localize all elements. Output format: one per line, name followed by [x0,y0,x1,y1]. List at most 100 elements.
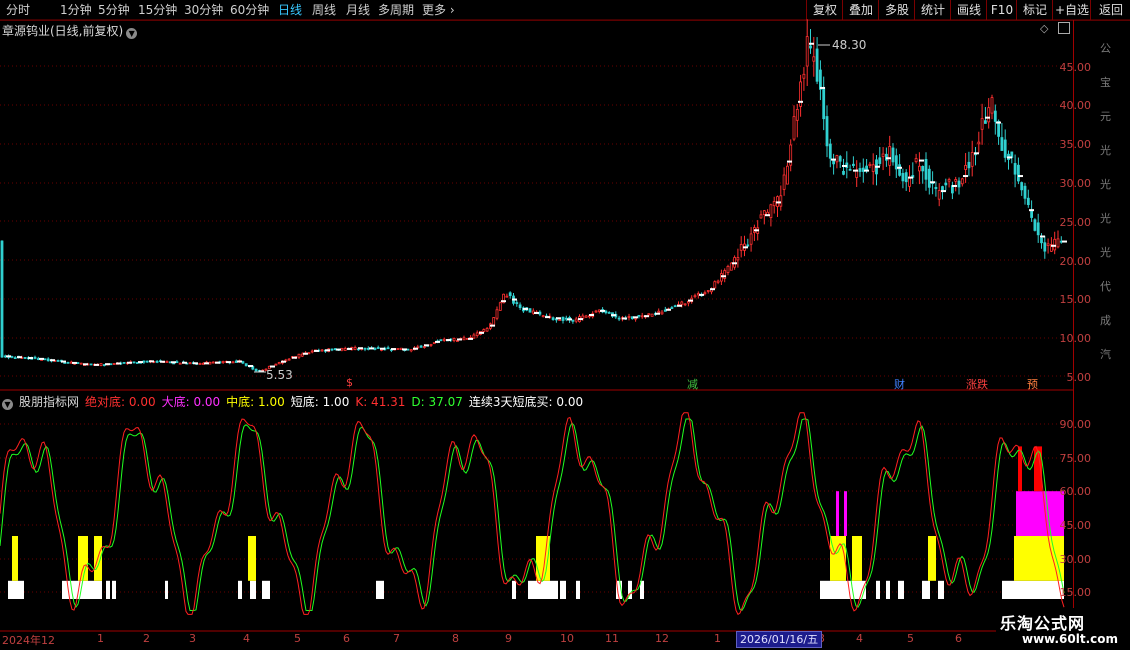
candle-body [947,179,951,182]
candle-body [254,368,258,372]
candle-body [310,350,314,353]
candle-body [515,302,519,304]
short-bottom-bar [512,580,516,599]
candle-body [155,360,159,363]
candle-body [297,353,301,358]
candle-body [76,362,80,364]
candle-body [363,347,367,350]
event-marker[interactable]: 预 [1027,376,1038,392]
candle-body [231,361,235,364]
candle-body [442,338,446,341]
candle-body [680,301,684,305]
candle-body [475,332,479,336]
candle-body [670,307,674,309]
date-tick: 7 [393,632,400,645]
price-tick: 15.00 [1059,293,1092,306]
candle-body [746,244,750,247]
candle-body [122,361,126,364]
short-bottom-bar [576,580,580,599]
candle-body [112,363,116,365]
candle-body [779,195,783,207]
candle-body [211,361,215,364]
side-label: 光 [1100,246,1111,259]
date-tick: 10 [560,632,574,645]
candle-body [340,347,344,351]
candle-body [558,319,562,321]
candle-body [805,36,809,67]
short-bottom-bar [250,580,256,599]
candle-body [941,186,944,191]
candle-body [720,273,723,282]
price-tick: 25.00 [1059,216,1092,229]
candle-body [967,161,971,169]
candle-body [594,310,598,313]
short-bottom-bar [938,580,944,599]
indicator-tick: 75.00 [1059,452,1092,465]
short-bottom-bar [922,580,930,599]
candle-body [538,311,542,315]
short-bottom-bar [886,580,890,599]
candle-body [650,313,654,317]
candle-body [43,358,47,361]
candle-body [498,302,502,311]
price-tick: 30.00 [1059,177,1092,190]
candle-body [287,358,291,361]
candle-body [198,363,202,365]
candle-body [1023,185,1027,199]
candle-body [706,290,710,292]
candle-body [274,363,278,366]
candle-body [934,186,938,190]
mid-bottom-bar [248,536,256,581]
candle-body [769,204,773,219]
candle-body [637,314,641,317]
event-marker[interactable]: 财 [894,376,905,392]
candle-body [1036,222,1040,236]
candle-body [452,338,456,342]
candle-body [10,356,14,358]
event-marker[interactable]: $ [346,376,353,389]
indicator-tick: 15.00 [1059,586,1092,599]
short-bottom-bar [528,580,558,599]
candle-body [429,343,433,346]
candle-body [277,362,281,365]
candle-body [455,340,459,342]
event-marker[interactable]: 减 [687,376,698,392]
candle-body [918,165,921,172]
mid-bottom-bar [830,536,846,581]
candle-body [858,168,862,172]
chart-canvas[interactable]: 48.30 5.53 [0,0,1130,650]
candle-body [1026,197,1030,206]
candle-body [63,362,67,364]
candle-body [848,168,852,171]
candle-body [33,356,37,359]
side-label: 光 [1100,178,1111,191]
candle-body [815,48,819,82]
candle-body [165,361,169,363]
side-label: 光 [1100,212,1111,225]
candle-body [908,177,911,187]
candle-body [944,182,948,186]
mid-bottom-bar [78,536,88,581]
candle-body [178,362,182,365]
candle-body [13,357,17,360]
mid-bottom-bar [852,536,862,581]
candle-body [132,361,136,364]
candle-body [904,172,908,183]
candle-body [901,173,905,182]
candle-body [505,295,509,298]
candle-body [749,233,753,245]
candle-body [802,73,806,79]
candle-body [495,309,499,319]
candle-body [868,163,872,166]
candle-body [472,334,476,339]
indicator-tick: 90.00 [1059,418,1092,431]
candle-body [693,295,697,298]
candle-body [627,316,631,318]
candle-body [406,348,410,351]
candle-body [822,87,826,120]
candle-body [386,347,390,350]
candle-body [852,163,855,166]
event-marker[interactable]: 涨跌 [966,376,988,392]
candle-body [462,337,466,341]
watermark-url: www.60lt.com [1022,632,1119,646]
